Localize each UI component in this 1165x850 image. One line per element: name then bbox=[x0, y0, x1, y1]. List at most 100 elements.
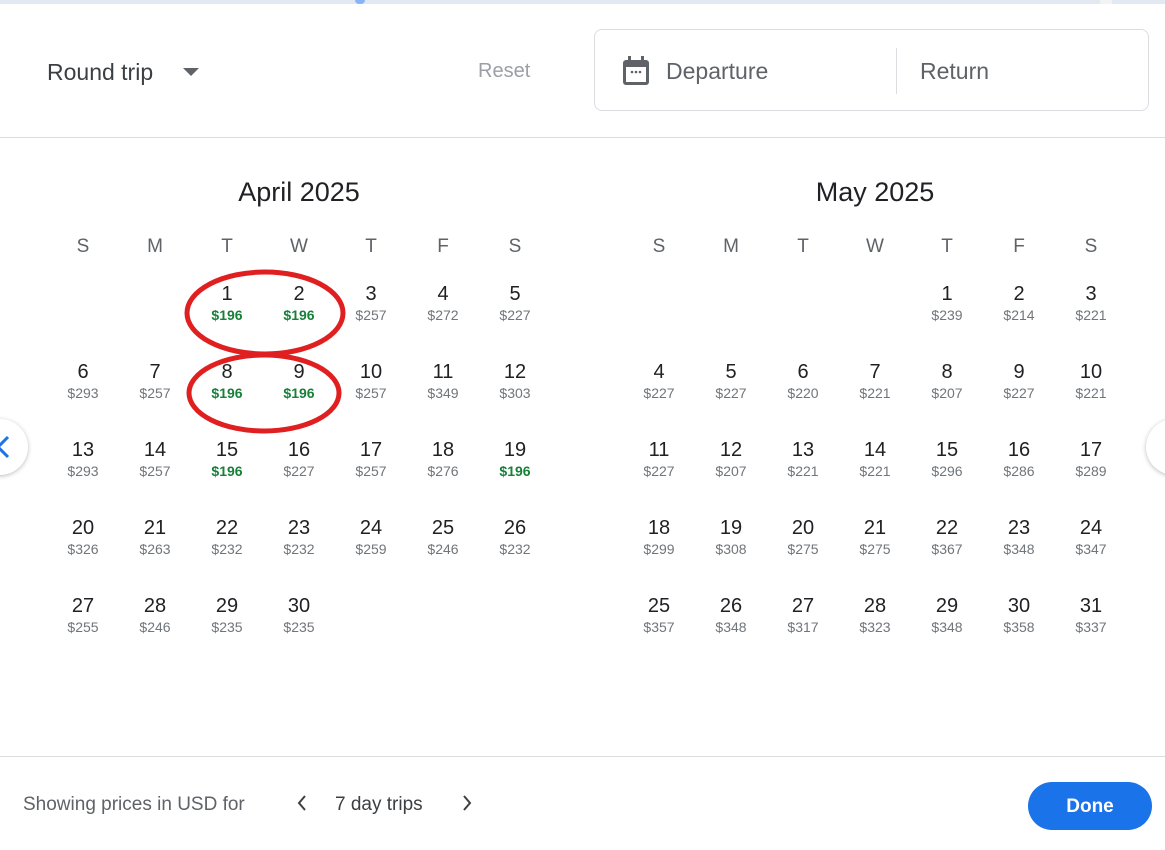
day-cell[interactable]: 28 $246 bbox=[119, 594, 191, 672]
weekday-label: T bbox=[365, 236, 377, 257]
day-cell[interactable]: 20 $275 bbox=[767, 516, 839, 594]
day-cell[interactable]: 2 $214 bbox=[983, 282, 1055, 360]
day-price: $326 bbox=[67, 541, 99, 557]
day-cell[interactable]: 11 $227 bbox=[623, 438, 695, 516]
day-number: 5 bbox=[509, 283, 521, 305]
done-button[interactable]: Done bbox=[1028, 782, 1152, 830]
day-cell[interactable]: 1 $196 bbox=[191, 282, 263, 360]
day-cell[interactable]: 24 $259 bbox=[335, 516, 407, 594]
day-cell[interactable]: 19 $308 bbox=[695, 516, 767, 594]
return-input[interactable]: Return bbox=[920, 58, 989, 85]
day-cell[interactable]: 7 $257 bbox=[119, 360, 191, 438]
day-cell[interactable]: 5 $227 bbox=[695, 360, 767, 438]
day-cell[interactable]: 18 $276 bbox=[407, 438, 479, 516]
day-cell[interactable]: 23 $348 bbox=[983, 516, 1055, 594]
reset-button[interactable]: Reset bbox=[478, 60, 530, 83]
day-cell[interactable]: 31 $337 bbox=[1055, 594, 1127, 672]
day-cell[interactable]: 7 $221 bbox=[839, 360, 911, 438]
day-cell[interactable]: 19 $196 bbox=[479, 438, 551, 516]
day-cell[interactable]: 17 $257 bbox=[335, 438, 407, 516]
day-cell[interactable]: 5 $227 bbox=[479, 282, 551, 360]
day-cell[interactable]: 4 $227 bbox=[623, 360, 695, 438]
day-cell[interactable]: 30 $235 bbox=[263, 594, 335, 672]
day-cell[interactable]: 29 $235 bbox=[191, 594, 263, 672]
day-cell[interactable]: 9 $196 bbox=[263, 360, 335, 438]
empty-day-cell bbox=[119, 282, 191, 360]
day-number: 31 bbox=[1079, 595, 1103, 617]
day-number: 10 bbox=[359, 361, 383, 383]
next-month-button[interactable] bbox=[1146, 419, 1165, 475]
day-number: 26 bbox=[503, 517, 527, 539]
day-cell[interactable]: 16 $227 bbox=[263, 438, 335, 516]
day-number: 10 bbox=[1079, 361, 1103, 383]
date-picker-footer: Showing prices in USD for 7 day trips Do… bbox=[0, 756, 1165, 850]
day-cell[interactable]: 3 $257 bbox=[335, 282, 407, 360]
trip-type-dropdown[interactable]: Round trip bbox=[47, 57, 200, 87]
day-cell[interactable]: 4 $272 bbox=[407, 282, 479, 360]
day-cell[interactable]: 6 $220 bbox=[767, 360, 839, 438]
departure-input[interactable]: Departure bbox=[666, 58, 768, 85]
day-price: $239 bbox=[931, 307, 963, 323]
day-cell[interactable]: 1 $239 bbox=[911, 282, 983, 360]
day-cell[interactable]: 22 $367 bbox=[911, 516, 983, 594]
day-number: 3 bbox=[1085, 283, 1097, 305]
day-price: $303 bbox=[499, 385, 531, 401]
day-number: 26 bbox=[719, 595, 743, 617]
day-cell[interactable]: 3 $221 bbox=[1055, 282, 1127, 360]
day-cell[interactable]: 25 $357 bbox=[623, 594, 695, 672]
day-price: $348 bbox=[931, 619, 963, 635]
month-title: April 2025 bbox=[238, 177, 360, 207]
day-cell[interactable]: 9 $227 bbox=[983, 360, 1055, 438]
day-cell[interactable]: 12 $207 bbox=[695, 438, 767, 516]
day-cell[interactable]: 8 $196 bbox=[191, 360, 263, 438]
day-grid: 1 $239 2 $214 3 $221 4 $227 5 $227 6 $220 7 $221 8 $207… bbox=[623, 282, 1127, 672]
day-cell[interactable]: 27 $255 bbox=[47, 594, 119, 672]
previous-month-button[interactable] bbox=[0, 419, 28, 475]
day-cell[interactable]: 13 $293 bbox=[47, 438, 119, 516]
weekday-label: W bbox=[866, 236, 884, 257]
day-cell[interactable]: 11 $349 bbox=[407, 360, 479, 438]
day-cell[interactable]: 23 $232 bbox=[263, 516, 335, 594]
day-cell[interactable]: 14 $257 bbox=[119, 438, 191, 516]
day-price: $296 bbox=[931, 463, 963, 479]
day-number: 22 bbox=[215, 517, 239, 539]
day-cell[interactable]: 18 $299 bbox=[623, 516, 695, 594]
day-number: 28 bbox=[863, 595, 887, 617]
day-number: 4 bbox=[653, 361, 665, 383]
day-cell[interactable]: 26 $348 bbox=[695, 594, 767, 672]
day-cell[interactable]: 6 $293 bbox=[47, 360, 119, 438]
day-cell[interactable]: 30 $358 bbox=[983, 594, 1055, 672]
day-cell[interactable]: 21 $263 bbox=[119, 516, 191, 594]
day-cell[interactable]: 10 $257 bbox=[335, 360, 407, 438]
day-price: $367 bbox=[931, 541, 963, 557]
day-cell[interactable]: 25 $246 bbox=[407, 516, 479, 594]
day-cell[interactable]: 20 $326 bbox=[47, 516, 119, 594]
day-cell[interactable]: 21 $275 bbox=[839, 516, 911, 594]
day-price: $337 bbox=[1075, 619, 1107, 635]
increase-trip-length-chevron-icon[interactable] bbox=[455, 791, 479, 815]
day-number: 18 bbox=[431, 439, 455, 461]
day-cell[interactable]: 2 $196 bbox=[263, 282, 335, 360]
day-cell[interactable]: 12 $303 bbox=[479, 360, 551, 438]
day-cell[interactable]: 16 $286 bbox=[983, 438, 1055, 516]
decrease-trip-length-chevron-icon[interactable] bbox=[290, 791, 314, 815]
day-cell[interactable]: 29 $348 bbox=[911, 594, 983, 672]
day-cell[interactable]: 28 $323 bbox=[839, 594, 911, 672]
day-cell[interactable]: 13 $221 bbox=[767, 438, 839, 516]
day-cell[interactable]: 15 $296 bbox=[911, 438, 983, 516]
day-cell[interactable]: 8 $207 bbox=[911, 360, 983, 438]
date-field-divider bbox=[896, 48, 897, 94]
day-cell[interactable]: 26 $232 bbox=[479, 516, 551, 594]
day-cell[interactable]: 10 $221 bbox=[1055, 360, 1127, 438]
day-cell[interactable]: 17 $289 bbox=[1055, 438, 1127, 516]
day-cell[interactable]: 24 $347 bbox=[1055, 516, 1127, 594]
day-cell[interactable]: 22 $232 bbox=[191, 516, 263, 594]
day-number: 1 bbox=[221, 283, 233, 305]
day-price: $221 bbox=[859, 385, 891, 401]
day-price: $299 bbox=[643, 541, 675, 557]
day-cell[interactable]: 14 $221 bbox=[839, 438, 911, 516]
dropdown-caret-icon bbox=[183, 68, 200, 76]
day-number: 2 bbox=[293, 283, 305, 305]
day-cell[interactable]: 15 $196 bbox=[191, 438, 263, 516]
day-cell[interactable]: 27 $317 bbox=[767, 594, 839, 672]
